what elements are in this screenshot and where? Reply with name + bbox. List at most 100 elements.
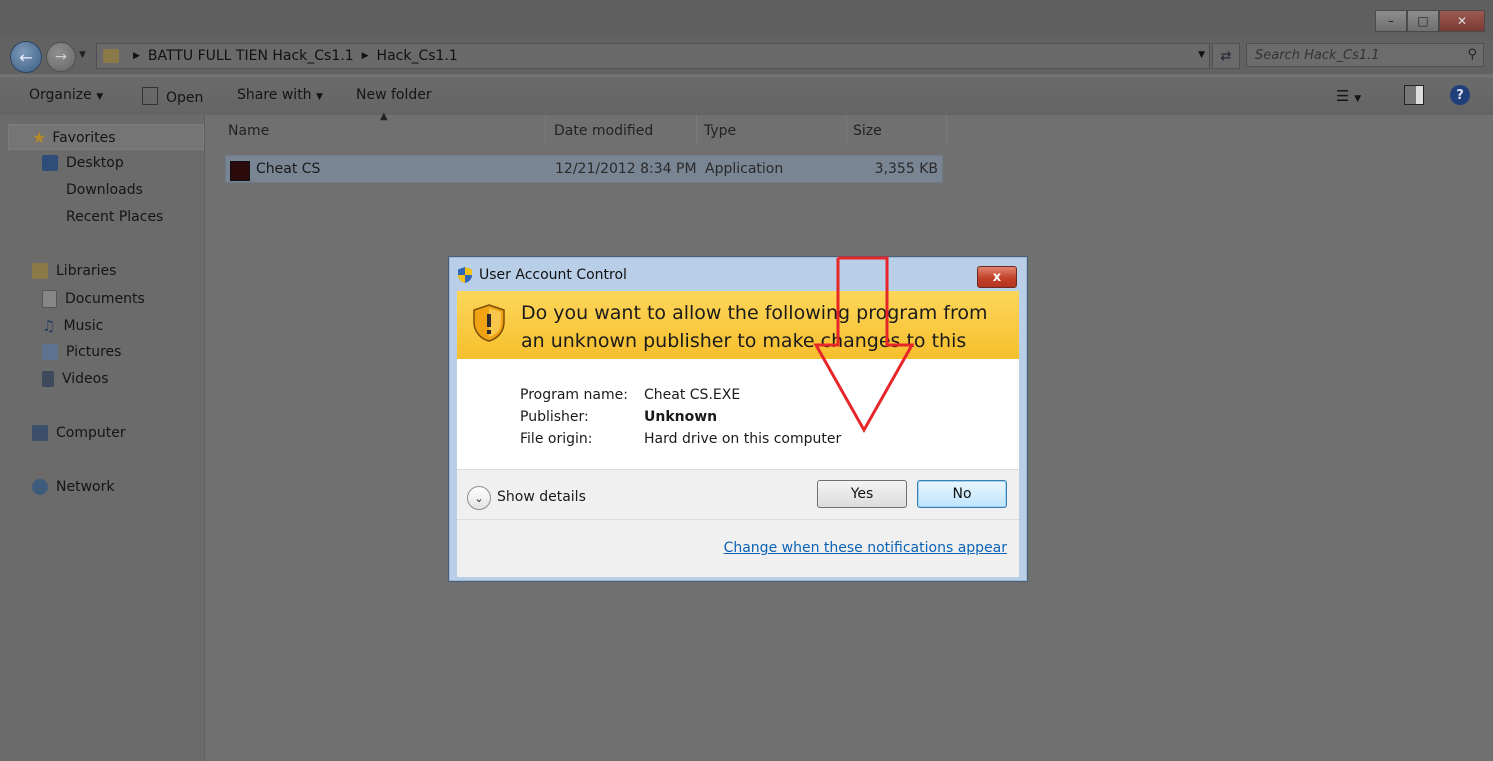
file-type: Application (705, 161, 784, 177)
sidebar-item-videos[interactable]: Videos (42, 371, 109, 387)
sidebar-item-desktop[interactable]: Desktop (42, 155, 124, 171)
address-bar[interactable]: ▶ BATTU FULL TIEN Hack_Cs1.1 ▶ Hack_Cs1.… (96, 43, 1210, 69)
sidebar-item-recent-places[interactable]: Recent Places (42, 209, 163, 225)
recent-pages-chevron-icon[interactable]: ▼ (79, 50, 86, 60)
share-with-button[interactable]: Share with ▼ (237, 87, 323, 103)
view-options-icon[interactable]: ☰ ▼ (1336, 87, 1361, 105)
column-header-date-modified[interactable]: Date modified (554, 123, 653, 139)
sidebar-item-label: Computer (56, 425, 126, 441)
breadcrumb-separator-icon[interactable]: ▶ (362, 51, 369, 61)
breadcrumb-item[interactable]: BATTU FULL TIEN Hack_Cs1.1 (148, 48, 354, 64)
uac-program-info: Program name: Cheat CS.EXE Publisher: Un… (457, 359, 1019, 469)
column-header-type[interactable]: Type (704, 123, 736, 139)
sidebar-item-label: Music (63, 318, 104, 334)
libraries-icon (32, 263, 48, 279)
new-folder-button[interactable]: New folder (356, 87, 432, 103)
command-bar: Organize ▼ Open Share with ▼ New folder … (0, 76, 1493, 116)
file-date-modified: 12/21/2012 8:34 PM (555, 161, 697, 177)
file-row[interactable]: Cheat CS 12/21/2012 8:34 PM Application … (225, 155, 943, 183)
sidebar-item-downloads[interactable]: Downloads (42, 182, 143, 198)
show-details-label[interactable]: Show details (497, 489, 586, 505)
music-icon: ♫ (42, 317, 56, 335)
organize-label: Organize (29, 87, 92, 103)
navigation-pane: ★ Favorites Desktop Downloads Recent Pla… (0, 115, 205, 761)
sidebar-item-favorites[interactable]: ★ Favorites (32, 128, 116, 147)
column-divider[interactable] (545, 115, 546, 145)
close-window-icon[interactable]: ✕ (1439, 10, 1485, 32)
share-with-label: Share with (237, 87, 312, 103)
sidebar-item-network[interactable]: Network (32, 479, 114, 495)
breadcrumb-item[interactable]: Hack_Cs1.1 (377, 48, 458, 64)
address-dropdown-icon[interactable]: ▼ (1198, 50, 1205, 60)
column-divider[interactable] (846, 115, 847, 145)
forward-arrow-icon[interactable]: → (46, 42, 76, 72)
chevron-down-icon: ▼ (316, 92, 323, 102)
sidebar-item-label: Downloads (66, 182, 143, 198)
uac-title: User Account Control (479, 267, 627, 283)
sort-ascending-icon: ▲ (380, 111, 388, 122)
downloads-icon (42, 182, 58, 198)
file-name: Cheat CS (256, 161, 321, 177)
pictures-icon (42, 344, 58, 360)
folder-icon (103, 49, 119, 63)
uac-warning-banner: Do you want to allow the following progr… (457, 291, 1019, 380)
sidebar-item-label: Recent Places (66, 209, 164, 225)
open-file-icon (142, 87, 158, 105)
uac-titlebar: User Account Control (457, 263, 627, 287)
refresh-icon[interactable]: ⇄ (1212, 43, 1240, 69)
computer-icon (32, 425, 48, 441)
help-icon[interactable]: ? (1450, 85, 1470, 105)
uac-dialog: User Account Control x Do you want to al… (448, 256, 1028, 582)
no-button[interactable]: No (917, 480, 1007, 508)
sidebar-item-pictures[interactable]: Pictures (42, 344, 121, 360)
sidebar-item-libraries[interactable]: Libraries (32, 263, 116, 279)
open-button[interactable]: Open (142, 87, 203, 106)
chevron-down-icon[interactable]: ⌄ (467, 486, 491, 510)
sidebar-item-label: Documents (65, 291, 145, 307)
column-divider[interactable] (946, 115, 947, 145)
close-icon[interactable]: x (977, 266, 1017, 288)
organize-button[interactable]: Organize ▼ (29, 87, 103, 103)
minimize-icon[interactable]: – (1375, 10, 1407, 32)
sidebar-item-computer[interactable]: Computer (32, 425, 126, 441)
publisher-value: Unknown (644, 409, 718, 425)
sidebar-item-documents[interactable]: Documents (42, 290, 145, 308)
sidebar-item-label: Pictures (66, 344, 122, 360)
sidebar-item-label: Favorites (52, 129, 116, 146)
star-icon: ★ (32, 128, 47, 147)
column-header-size[interactable]: Size (853, 123, 882, 139)
publisher-label: Publisher: (520, 409, 589, 425)
network-icon (32, 479, 48, 495)
preview-pane-icon[interactable] (1404, 85, 1424, 105)
uac-actions: ⌄ Show details Yes No (457, 469, 1019, 520)
videos-icon (42, 371, 54, 387)
desktop-icon (42, 155, 58, 171)
program-name-value: Cheat CS.EXE (644, 387, 741, 403)
file-size: 3,355 KB (874, 161, 938, 177)
sidebar-item-label: Videos (62, 371, 109, 387)
uac-footer: Change when these notifications appear (457, 519, 1019, 577)
column-header-name[interactable]: Name (228, 123, 269, 139)
chevron-down-icon: ▼ (96, 92, 104, 102)
search-icon[interactable]: ⚲ (1467, 47, 1477, 62)
column-divider[interactable] (696, 115, 697, 145)
search-placeholder: Search Hack_Cs1.1 (1255, 47, 1380, 63)
maximize-icon[interactable]: □ (1407, 10, 1439, 32)
change-notifications-link[interactable]: Change when these notifications appear (724, 540, 1007, 556)
application-icon (230, 161, 250, 181)
sidebar-item-label: Network (56, 479, 115, 495)
window-titlebar: – □ ✕ (0, 0, 1493, 38)
file-origin-label: File origin: (520, 431, 593, 447)
uac-shield-icon (458, 267, 472, 283)
sidebar-item-label: Libraries (56, 263, 117, 279)
sidebar-item-music[interactable]: ♫ Music (42, 317, 103, 335)
search-input[interactable]: Search Hack_Cs1.1 ⚲ (1246, 43, 1484, 67)
window-controls: – □ ✕ (1375, 10, 1485, 32)
breadcrumb-separator-icon[interactable]: ▶ (133, 51, 140, 61)
sidebar-item-label: Desktop (66, 155, 124, 171)
address-row: ← → ▼ ▶ BATTU FULL TIEN Hack_Cs1.1 ▶ Hac… (0, 38, 1493, 74)
yes-button[interactable]: Yes (817, 480, 907, 508)
back-arrow-icon[interactable]: ← (10, 41, 42, 73)
file-origin-value: Hard drive on this computer (644, 431, 842, 447)
warning-shield-icon (473, 304, 505, 342)
